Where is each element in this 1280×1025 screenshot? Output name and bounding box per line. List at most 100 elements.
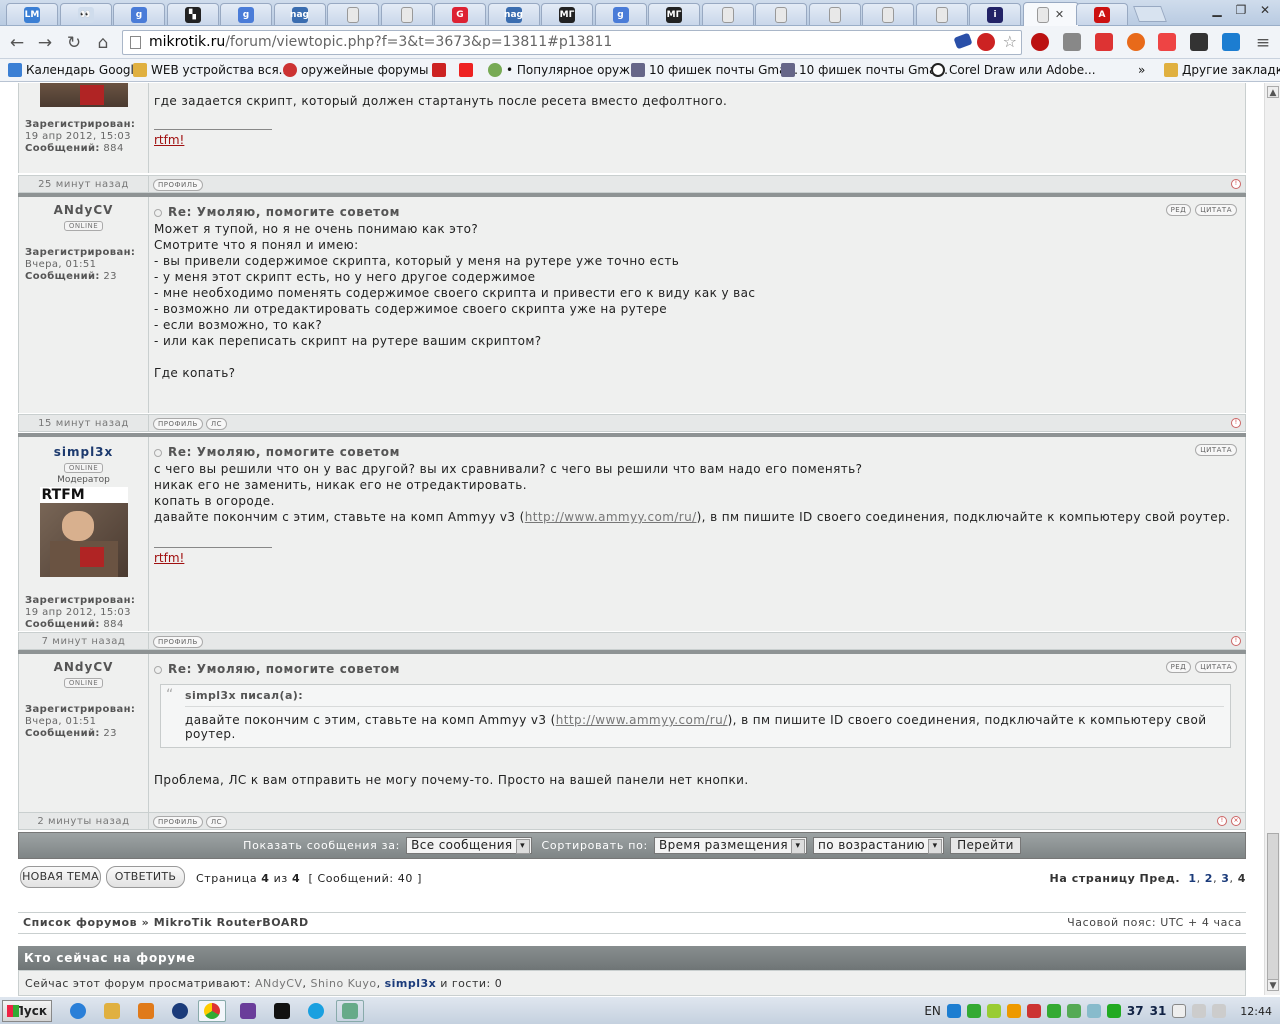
browser-tab[interactable] bbox=[380, 3, 433, 25]
signal-icon[interactable] bbox=[1192, 1004, 1207, 1018]
tray-app-icon[interactable] bbox=[986, 1004, 1001, 1018]
tray-app-icon[interactable] bbox=[1086, 1004, 1101, 1018]
close-tab-icon[interactable]: ✕ bbox=[1055, 8, 1064, 21]
device-icon[interactable] bbox=[1190, 33, 1208, 51]
taskbar-cmd-icon[interactable] bbox=[268, 1000, 296, 1022]
bookmark-item[interactable]: WEB устройства вся... bbox=[133, 63, 290, 77]
post-username[interactable]: ANdyCV bbox=[19, 660, 148, 674]
post-username[interactable]: simpl3x bbox=[19, 445, 148, 459]
browser-tab[interactable]: G bbox=[434, 3, 486, 25]
tray-app-icon[interactable] bbox=[946, 1004, 961, 1018]
browser-tab[interactable] bbox=[755, 3, 807, 25]
ammyy-link[interactable]: http://www.ammyy.com/ru/ bbox=[525, 510, 697, 524]
pm-button[interactable]: ЛС bbox=[205, 816, 227, 828]
minimize-icon[interactable]: ▁ bbox=[1206, 2, 1228, 18]
report-icon[interactable]: ! bbox=[1231, 418, 1241, 428]
tray-app-icon[interactable] bbox=[1046, 1004, 1061, 1018]
report-icon[interactable]: ! bbox=[1231, 636, 1241, 646]
clock[interactable]: 12:44 bbox=[1240, 1005, 1272, 1018]
browser-tab[interactable]: МГ bbox=[648, 3, 700, 25]
browser-tab[interactable]: ✕ bbox=[1022, 2, 1079, 26]
signature-link[interactable]: rtfm! bbox=[154, 551, 184, 565]
browser-tab[interactable] bbox=[915, 3, 968, 25]
forum-index-link[interactable]: Список форумов bbox=[23, 916, 137, 929]
post-title[interactable]: Re: Умоляю, помогите советом bbox=[154, 445, 1239, 459]
scroll-thumb[interactable] bbox=[1267, 833, 1279, 983]
scroll-up-icon[interactable]: ▲ bbox=[1267, 86, 1279, 98]
taskbar-skype-icon[interactable] bbox=[302, 1000, 330, 1022]
wrench-icon[interactable]: ≡ bbox=[1252, 32, 1274, 54]
online-user-link[interactable]: Shino Kuyo bbox=[310, 977, 376, 990]
quote-button[interactable]: ЦИТАТА bbox=[1195, 204, 1237, 216]
language-indicator[interactable]: EN bbox=[924, 1004, 941, 1018]
quote-button[interactable]: ЦИТАТА bbox=[1195, 661, 1237, 673]
bookmark-item[interactable]: оружейные форумы ... bbox=[283, 63, 444, 77]
back-icon[interactable]: ← bbox=[6, 32, 28, 54]
edit-button[interactable]: РЕД bbox=[1165, 204, 1192, 216]
star-icon[interactable]: ☆ bbox=[1003, 30, 1017, 53]
bookmarks-more-button[interactable]: » bbox=[1138, 63, 1145, 77]
browser-tab[interactable] bbox=[862, 3, 914, 25]
taskbar-network-icon[interactable] bbox=[336, 1000, 364, 1022]
browser-tab[interactable]: nag bbox=[487, 3, 540, 25]
post-title[interactable]: Re: Умоляю, помогите советом bbox=[154, 205, 1239, 219]
report-icon[interactable]: ! bbox=[1217, 816, 1227, 826]
scroll-down-icon[interactable]: ▼ bbox=[1267, 979, 1279, 991]
tray-app-icon[interactable] bbox=[1006, 1004, 1021, 1018]
go-button[interactable]: Перейти bbox=[950, 837, 1021, 854]
quote-button[interactable]: ЦИТАТА bbox=[1195, 444, 1237, 456]
taskbar-app-icon[interactable] bbox=[166, 1000, 194, 1022]
sort-order-select[interactable]: по возрастанию bbox=[813, 837, 945, 854]
restore-icon[interactable]: ❐ bbox=[1230, 2, 1252, 18]
online-user-link[interactable]: ANdyCV bbox=[255, 977, 302, 990]
bookmark-item[interactable]: Календарь Google bbox=[8, 63, 141, 77]
sort-key-select[interactable]: Время размещения bbox=[653, 837, 807, 854]
browser-tab[interactable]: ▚ bbox=[166, 3, 219, 25]
close-window-icon[interactable]: ✕ bbox=[1254, 2, 1276, 18]
browser-tab[interactable]: A bbox=[1076, 3, 1128, 25]
xmarks-icon[interactable] bbox=[1222, 33, 1240, 51]
pm-button[interactable]: ЛС bbox=[205, 418, 227, 430]
address-bar[interactable]: mikrotik.ru/forum/viewtopic.php?f=3&t=36… bbox=[122, 30, 1022, 55]
browser-tab[interactable] bbox=[701, 3, 754, 25]
page-link-3[interactable]: 3 bbox=[1221, 872, 1229, 885]
browser-tab[interactable] bbox=[808, 3, 861, 25]
browser-tab[interactable]: g bbox=[113, 3, 165, 25]
start-button[interactable]: Пуск bbox=[2, 1000, 52, 1022]
post-username[interactable]: ANdyCV bbox=[19, 203, 148, 217]
edit-button[interactable]: РЕД bbox=[1165, 661, 1192, 673]
page-link-1[interactable]: 1 bbox=[1188, 872, 1196, 885]
browser-tab[interactable]: g bbox=[220, 3, 272, 25]
bookmark-item[interactable] bbox=[459, 63, 473, 77]
bookmark-item[interactable]: • Популярное оружие bbox=[488, 63, 645, 77]
board-link[interactable]: MikroTik RouterBOARD bbox=[154, 916, 309, 929]
page-link-2[interactable]: 2 bbox=[1205, 872, 1213, 885]
delete-icon[interactable]: × bbox=[1231, 816, 1241, 826]
taskbar-explorer-icon[interactable] bbox=[98, 1000, 126, 1022]
profile-button[interactable]: ПРОФИЛЬ bbox=[153, 179, 203, 191]
adblock-icon[interactable] bbox=[977, 33, 995, 51]
profile-button[interactable]: ПРОФИЛЬ bbox=[153, 636, 203, 648]
download-extension-icon[interactable] bbox=[1063, 33, 1081, 51]
signature-link[interactable]: rtfm! bbox=[154, 133, 184, 147]
tray-app-icon[interactable] bbox=[1026, 1004, 1041, 1018]
new-tab-button[interactable] bbox=[1133, 6, 1167, 22]
show-messages-select[interactable]: Все сообщения bbox=[406, 837, 532, 854]
bookmark-item[interactable]: Corel Draw или Adobe... bbox=[931, 63, 1096, 77]
tray-app-icon[interactable] bbox=[966, 1004, 981, 1018]
new-topic-button[interactable]: НОВАЯ ТЕМА bbox=[20, 866, 101, 888]
browser-tab[interactable]: 👀 bbox=[59, 3, 112, 25]
browser-tab[interactable]: LM bbox=[6, 3, 58, 25]
browser-tab[interactable]: МГ bbox=[541, 3, 593, 25]
browser-tab[interactable]: g bbox=[594, 3, 647, 25]
taskbar-vs-icon[interactable] bbox=[234, 1000, 262, 1022]
java-icon[interactable] bbox=[1158, 33, 1176, 51]
reload-icon[interactable]: ↻ bbox=[63, 32, 85, 54]
profile-button[interactable]: ПРОФИЛЬ bbox=[153, 816, 203, 828]
taskbar-media-icon[interactable] bbox=[132, 1000, 160, 1022]
taskbar-ie-icon[interactable] bbox=[64, 1000, 92, 1022]
rss-icon[interactable] bbox=[1127, 33, 1145, 51]
prev-page-link[interactable]: Пред. bbox=[1140, 872, 1181, 885]
profile-button[interactable]: ПРОФИЛЬ bbox=[153, 418, 203, 430]
report-icon[interactable]: ! bbox=[1231, 179, 1241, 189]
